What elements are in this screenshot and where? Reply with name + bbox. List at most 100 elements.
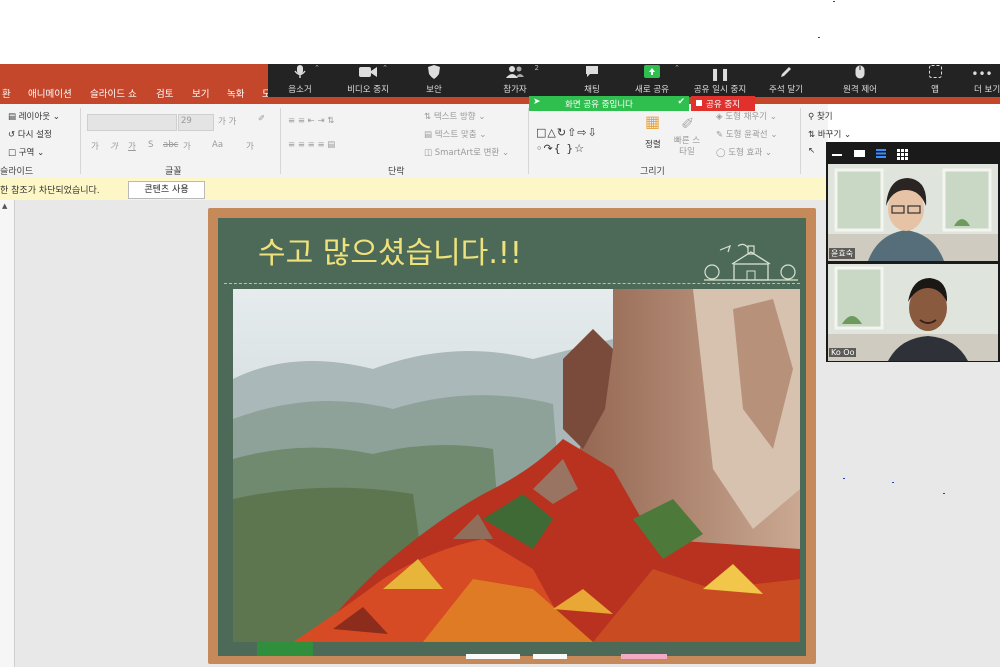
mouse-icon (830, 65, 890, 83)
font-color-button[interactable]: 가 (246, 140, 254, 152)
chat-button[interactable]: 채팅 (562, 64, 622, 97)
chalk-divider (224, 283, 800, 284)
chalk-white-small (533, 654, 567, 659)
section-button[interactable]: □ 구역 ⌄ (8, 146, 44, 158)
thumbnail-pane[interactable]: ▲ (0, 200, 15, 667)
italic-button[interactable]: 가 (110, 140, 118, 152)
screen-speck (943, 493, 945, 494)
align-text-button[interactable]: ▤ 텍스트 맞춤 ⌄ (424, 128, 486, 140)
replace-button[interactable]: ⇅ 바꾸기 ⌄ (808, 128, 851, 140)
reset-icon: ↺ (8, 130, 18, 140)
cursor-icon: ↖ (808, 146, 816, 156)
share-screen-icon (622, 65, 682, 83)
smartart-button[interactable]: ◫ SmartArt로 변환 ⌄ (424, 146, 509, 158)
participant-video-tile[interactable] (828, 164, 998, 261)
pause-share-button[interactable]: ❚❚ 공유 일시 중지 (690, 64, 750, 97)
layout-icon: ▤ (8, 112, 19, 122)
effects-icon: ◯ (716, 148, 729, 158)
thumbnail-view-icon[interactable] (854, 150, 865, 157)
slide-title[interactable]: 수고 많으셨습니다.!! (258, 228, 522, 272)
char-spacing-button[interactable]: 가 (183, 140, 191, 152)
format-painter-icon[interactable]: ✐ (258, 114, 265, 124)
group-divider (80, 108, 81, 174)
text-direction-button[interactable]: ⇅ 텍스트 방향 ⌄ (424, 110, 485, 122)
chalk-white (466, 654, 520, 659)
minimize-icon[interactable] (832, 154, 842, 156)
school-icon (700, 240, 800, 287)
strikethrough-button[interactable]: abc (163, 140, 178, 150)
tab-review[interactable]: 검토 (156, 86, 173, 100)
more-button[interactable]: ••• 더 보기 (962, 64, 1000, 97)
enable-content-button[interactable]: 콘텐츠 사용 (128, 181, 205, 199)
align-buttons[interactable]: ≡ ≡ ≡ ≡ ▤ (288, 140, 335, 150)
new-share-button[interactable]: 새로 공유 ⌃ (622, 64, 682, 97)
tab-slideshow[interactable]: 슬라이드 쇼 (90, 86, 137, 100)
screen-share-status-bar[interactable]: ➤ 화면 공유 중입니다 ✔ (529, 96, 689, 111)
shape-fill-button[interactable]: ◈ 도형 채우기 ⌄ (716, 110, 777, 122)
tab-animation[interactable]: 애니메이션 (28, 86, 72, 100)
participant-video-tile[interactable] (828, 264, 998, 361)
layout-button[interactable]: ▤ 레이아웃 ⌄ (8, 110, 60, 122)
shape-outline-button[interactable]: ✎ 도형 윤곽선 ⌄ (716, 128, 777, 140)
chevron-up-icon[interactable]: ⌃ (382, 64, 388, 72)
annotate-button[interactable]: 주석 달기 (756, 64, 816, 97)
arrange-icon: ▦ (645, 112, 661, 131)
chat-icon (562, 65, 622, 83)
security-button[interactable]: 보안 (404, 64, 464, 97)
tab-transition[interactable]: 환 (2, 86, 11, 100)
change-case-button[interactable]: Aa (212, 140, 223, 150)
grow-font-icon[interactable]: 가 가 (218, 115, 236, 127)
remote-control-button[interactable]: 원격 제어 (830, 64, 890, 97)
group-label-slides: 슬라이드 (0, 167, 34, 177)
quick-styles-button[interactable]: 빠른 스타일 (672, 136, 702, 158)
arrange-button[interactable]: 정렬 (645, 138, 661, 150)
replace-icon: ⇅ (808, 130, 818, 140)
screen-speck (843, 478, 845, 479)
desktop-background (0, 0, 1000, 64)
font-size-select[interactable]: 29 (178, 114, 214, 131)
align-text-icon: ▤ (424, 130, 435, 140)
eraser (257, 642, 313, 656)
screen-speck (892, 482, 894, 483)
apps-button[interactable]: 앱 (905, 64, 965, 97)
shapes-gallery[interactable]: □△↻⇧⇨⇩ (536, 126, 598, 139)
participant-count: 2 (534, 64, 539, 72)
speaker-view-icon[interactable] (876, 149, 886, 161)
chalk-pink (621, 654, 667, 659)
underline-button[interactable]: 가 (128, 140, 136, 152)
screen-speck (833, 1, 835, 2)
reset-button[interactable]: ↺ 다시 설정 (8, 128, 52, 140)
mute-button[interactable]: 음소거 ⌃ (270, 64, 330, 97)
shapes-gallery-row[interactable]: ◦↷{ }☆ (536, 142, 585, 155)
participants-button[interactable]: 참가자 2 (485, 64, 545, 97)
select-button[interactable]: ↖ (808, 146, 815, 156)
font-name-select[interactable] (87, 114, 177, 131)
shadow-button[interactable]: S (148, 140, 153, 150)
outline-icon: ✎ (716, 130, 726, 140)
autumn-mountain-photo[interactable] (233, 289, 800, 642)
participant-name-label: Ko Oo (829, 348, 857, 357)
tab-record[interactable]: 녹화 (227, 86, 244, 100)
share-pin-icon: ➤ (533, 97, 541, 107)
find-button[interactable]: ⚲ 찾기 (808, 110, 833, 122)
chevron-up-icon[interactable]: ⌃ (314, 64, 320, 72)
scroll-up-icon[interactable]: ▲ (2, 202, 7, 210)
stop-video-button[interactable]: 비디오 중지 ⌃ (338, 64, 398, 97)
chevron-up-icon[interactable]: ⌃ (674, 64, 680, 72)
pen-icon (756, 65, 816, 83)
microphone-icon (270, 65, 330, 83)
stop-share-button[interactable]: 공유 중지 (691, 96, 755, 111)
shape-effects-button[interactable]: ◯ 도형 효과 ⌄ (716, 146, 772, 158)
screen-speck (818, 37, 820, 38)
section-icon: □ (8, 148, 19, 158)
group-label-font: 글꼴 (165, 167, 182, 177)
bullets-button[interactable]: ≡ ≡ ⇤ ⇥ ⇅ (288, 116, 334, 126)
smartart-icon: ◫ (424, 148, 435, 158)
shield-icon (404, 65, 464, 83)
share-status-text: 화면 공유 중입니다 (565, 100, 633, 110)
gallery-view-icon[interactable] (897, 149, 908, 163)
tab-view[interactable]: 보기 (192, 86, 209, 100)
bold-button[interactable]: 가 (91, 140, 99, 152)
security-message-bar: 한 참조가 차단되었습니다. (0, 178, 828, 201)
group-divider (280, 108, 281, 174)
